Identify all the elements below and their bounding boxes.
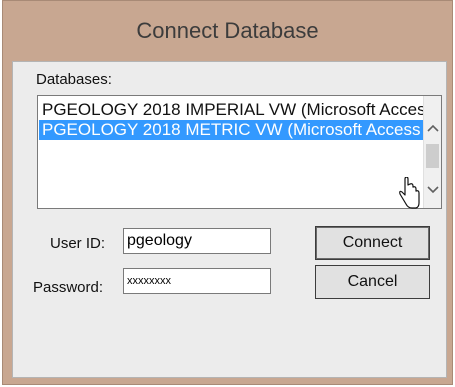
user-id-label: User ID:: [50, 235, 106, 252]
databases-label: Databases:: [36, 71, 112, 88]
password-label: Password:: [33, 279, 104, 296]
dialog-title-bar[interactable]: Connect Database: [3, 1, 452, 61]
dialog-client-area: Databases: PGEOLOGY 2018 IMPERIAL VW (Mi…: [12, 61, 447, 378]
connect-database-dialog: Connect Database Databases: PGEOLOGY 201…: [2, 0, 453, 385]
database-list-item-selected[interactable]: PGEOLOGY 2018 METRIC VW (Microsoft Acces…: [39, 120, 423, 140]
connect-button[interactable]: Connect: [315, 226, 430, 260]
chevron-down-icon[interactable]: [424, 180, 441, 200]
cancel-button[interactable]: Cancel: [315, 265, 430, 299]
hand-pointer-icon: [399, 177, 420, 209]
scrollbar-thumb[interactable]: [426, 144, 439, 168]
chevron-up-icon[interactable]: [424, 118, 441, 138]
connect-button-label: Connect: [342, 234, 403, 251]
dialog-title: Connect Database: [136, 18, 319, 43]
databases-listbox[interactable]: PGEOLOGY 2018 IMPERIAL VW (Microsoft Acc…: [37, 95, 442, 209]
listbox-scrollbar[interactable]: [423, 96, 441, 208]
user-id-input[interactable]: pgeology: [123, 228, 271, 254]
database-list-item[interactable]: PGEOLOGY 2018 IMPERIAL VW (Microsoft Acc…: [39, 100, 423, 120]
cancel-button-label: Cancel: [347, 273, 398, 290]
password-input[interactable]: xxxxxxxx: [123, 268, 271, 294]
